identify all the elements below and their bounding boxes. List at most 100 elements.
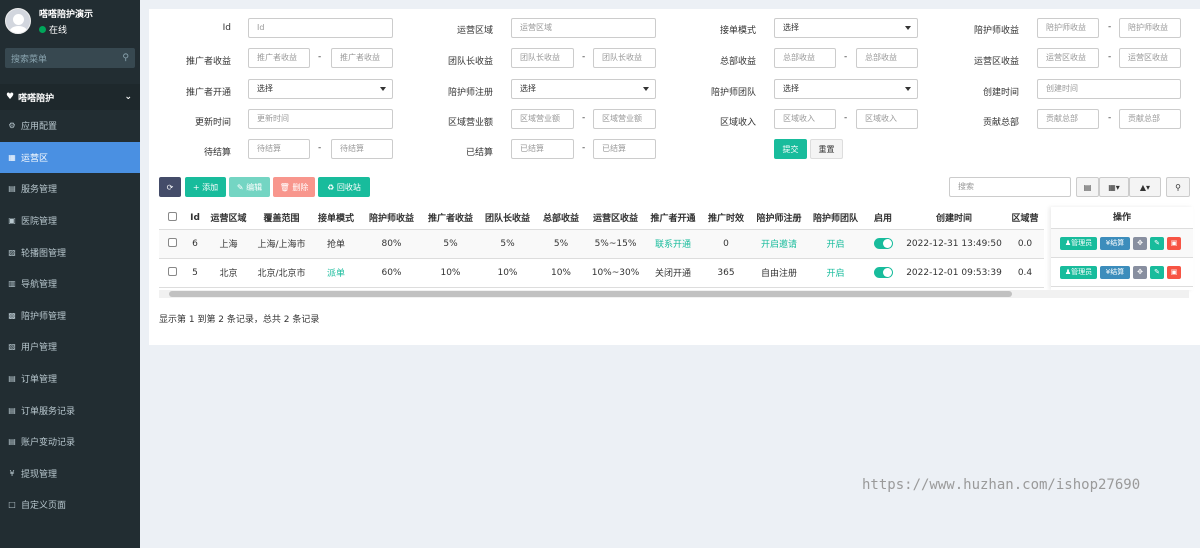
sidebar-item[interactable]: □ 自定义页面 xyxy=(0,489,140,521)
row-checkbox[interactable] xyxy=(167,237,177,247)
edit-row-button[interactable]: ✎ xyxy=(1150,265,1164,279)
cell-promoter-open[interactable]: 关闭开通 xyxy=(645,258,701,288)
filter-hq-income-min[interactable]: 总部收益 xyxy=(774,48,836,68)
col-header[interactable]: 团队长收益 xyxy=(479,207,536,230)
sidebar-item[interactable]: ▤ 账户变动记录 xyxy=(0,426,140,458)
col-header[interactable]: 运营区收益 xyxy=(586,207,645,230)
row-checkbox[interactable] xyxy=(167,266,177,276)
filter-region-income-min[interactable]: 运营区收益 xyxy=(1037,48,1099,68)
sidebar-item[interactable]: ¥ 提现管理 xyxy=(0,458,140,490)
admin-button[interactable]: ♟ 管理员 xyxy=(1060,236,1097,250)
filter-hq-income-max[interactable]: 总部收益 xyxy=(856,48,918,68)
filter-order-mode-select[interactable]: 选择 xyxy=(774,18,918,38)
select-all-checkbox[interactable] xyxy=(167,211,177,221)
filter-caregiver-reg-select[interactable]: 选择 xyxy=(511,79,656,99)
col-header[interactable]: 推广者开通 xyxy=(645,207,701,230)
col-header[interactable]: 运营区域 xyxy=(205,207,252,230)
refresh-button[interactable]: ⟳ xyxy=(159,177,181,197)
filter-caregiver-team-select[interactable]: 选择 xyxy=(774,79,918,99)
col-header[interactable]: 创建时间 xyxy=(902,207,1006,230)
filter-promoter-open-select[interactable]: 选择 xyxy=(248,79,393,99)
delete-button[interactable]: 🗑 删除 xyxy=(273,177,315,197)
cell-team[interactable]: 开启 xyxy=(807,229,864,259)
filter-settled-min[interactable]: 已结算 xyxy=(511,139,574,159)
table-search-input[interactable]: 搜索 xyxy=(949,177,1071,197)
col-header[interactable]: 推广时效 xyxy=(701,207,751,230)
toggle-view-button[interactable]: ▤ xyxy=(1076,177,1099,197)
add-button[interactable]: + 添加 xyxy=(185,177,226,197)
col-header[interactable]: 接单模式 xyxy=(311,207,361,230)
filter-leader-income-min[interactable]: 团队长收益 xyxy=(511,48,574,68)
settle-button[interactable]: ¥ 结算 xyxy=(1100,265,1130,279)
search-icon[interactable]: ⚲ xyxy=(122,53,129,63)
columns-button[interactable]: ▦▾ xyxy=(1099,177,1129,197)
submit-button[interactable]: 提交 xyxy=(774,139,807,159)
col-header[interactable]: 陪护师团队 xyxy=(807,207,864,230)
sidebar-search-input[interactable]: 搜索菜单 ⚲ xyxy=(5,48,135,68)
filter-region-turnover-max[interactable]: 区域营业额 xyxy=(593,109,656,129)
sidebar-item[interactable]: ▦ 运营区 xyxy=(0,141,140,174)
col-header[interactable]: 覆盖范围 xyxy=(252,207,311,230)
horizontal-scrollbar[interactable] xyxy=(159,290,1189,298)
filter-region-turnover-min[interactable]: 区域营业额 xyxy=(511,109,574,129)
sidebar-item[interactable]: ▤ 服务管理 xyxy=(0,173,140,205)
filter-leader-income-max[interactable]: 团队长收益 xyxy=(593,48,656,68)
scrollbar-thumb[interactable] xyxy=(169,291,1012,297)
avatar[interactable] xyxy=(5,8,31,34)
export-button[interactable]: ▲▾ xyxy=(1129,177,1161,197)
cell-promoter-open[interactable]: 联系开通 xyxy=(645,229,701,259)
filter-settled-max[interactable]: 已结算 xyxy=(593,139,656,159)
sidebar-item[interactable]: ▤ 订单管理 xyxy=(0,363,140,395)
filter-caregiver-income-max[interactable]: 陪护师收益 xyxy=(1119,18,1181,38)
sidebar-item[interactable]: ⚙ 应用配置 xyxy=(0,110,140,142)
table-row[interactable]: 5 北京 北京/北京市 派单 60% 10% 10% 10% 10%~30% 关… xyxy=(159,258,1044,288)
table-row[interactable]: 6 上海 上海/上海市 抢单 80% 5% 5% 5% 5%~15% 联系开通 … xyxy=(159,229,1044,259)
admin-button[interactable]: ♟ 管理员 xyxy=(1060,265,1097,279)
drag-button[interactable]: ✥ xyxy=(1133,265,1147,279)
edit-row-button[interactable]: ✎ xyxy=(1150,236,1164,250)
sidebar-item[interactable]: ▩ 陪护师管理 xyxy=(0,300,140,332)
sidebar-item[interactable]: ▨ 轮播图管理 xyxy=(0,236,140,268)
filter-pending-max[interactable]: 待结算 xyxy=(331,139,393,159)
recycle-bin-button[interactable]: ♻ 回收站 xyxy=(318,177,370,197)
filter-promoter-income-max[interactable]: 推广者收益 xyxy=(331,48,393,68)
col-header[interactable]: 总部收益 xyxy=(536,207,586,230)
enabled-toggle[interactable] xyxy=(873,267,893,278)
col-header[interactable]: 推广者收益 xyxy=(422,207,479,230)
filter-region-revenue-max[interactable]: 区域收入 xyxy=(856,109,918,129)
filter-hq-contrib-max[interactable]: 贡献总部 xyxy=(1119,109,1181,129)
col-header[interactable]: 陪护师注册 xyxy=(751,207,807,230)
reset-button[interactable]: 重置 xyxy=(810,139,843,159)
settle-button[interactable]: ¥ 结算 xyxy=(1100,236,1130,250)
sidebar-item[interactable]: ▣ 医院管理 xyxy=(0,205,140,237)
filter-region-income-max[interactable]: 运营区收益 xyxy=(1119,48,1181,68)
edit-button[interactable]: ✎ 编辑 xyxy=(229,177,270,197)
filter-create-time-input[interactable]: 创建时间 xyxy=(1037,79,1181,99)
advanced-search-button[interactable]: ⚲ xyxy=(1166,177,1190,197)
recycle-icon: ♻ xyxy=(327,182,335,192)
sidebar-item[interactable]: ▥ 导航管理 xyxy=(0,268,140,300)
filter-update-time-input[interactable]: 更新时间 xyxy=(248,109,393,129)
sidebar-item[interactable]: ▧ 用户管理 xyxy=(0,331,140,363)
filter-hq-contrib-min[interactable]: 贡献总部 xyxy=(1037,109,1099,129)
filter-caregiver-income-min[interactable]: 陪护师收益 xyxy=(1037,18,1099,38)
col-header[interactable]: 陪护师收益 xyxy=(361,207,422,230)
col-header[interactable]: 区域营 xyxy=(1006,207,1044,230)
filter-label-region: 运营区域 xyxy=(456,26,493,36)
cell-team[interactable]: 开启 xyxy=(807,258,864,288)
filter-promoter-income-min[interactable]: 推广者收益 xyxy=(248,48,310,68)
delete-row-button[interactable]: ▣ xyxy=(1167,236,1181,250)
cell-caregiver-reg[interactable]: 自由注册 xyxy=(751,258,807,288)
delete-row-button[interactable]: ▣ xyxy=(1167,265,1181,279)
col-header[interactable]: 启用 xyxy=(864,207,902,230)
drag-button[interactable]: ✥ xyxy=(1133,236,1147,250)
filter-region-input[interactable]: 运营区域 xyxy=(511,18,656,38)
filter-id-input[interactable]: Id xyxy=(248,18,393,38)
col-header[interactable]: Id xyxy=(185,207,205,230)
sidebar-item[interactable]: ▤ 订单服务记录 xyxy=(0,394,140,426)
cell-caregiver-reg[interactable]: 开启邀请 xyxy=(751,229,807,259)
menu-section-header[interactable]: ♥ 嗒嗒陪护 ⌄ xyxy=(0,84,140,110)
filter-pending-min[interactable]: 待结算 xyxy=(248,139,310,159)
filter-region-revenue-min[interactable]: 区域收入 xyxy=(774,109,836,129)
enabled-toggle[interactable] xyxy=(873,238,893,249)
